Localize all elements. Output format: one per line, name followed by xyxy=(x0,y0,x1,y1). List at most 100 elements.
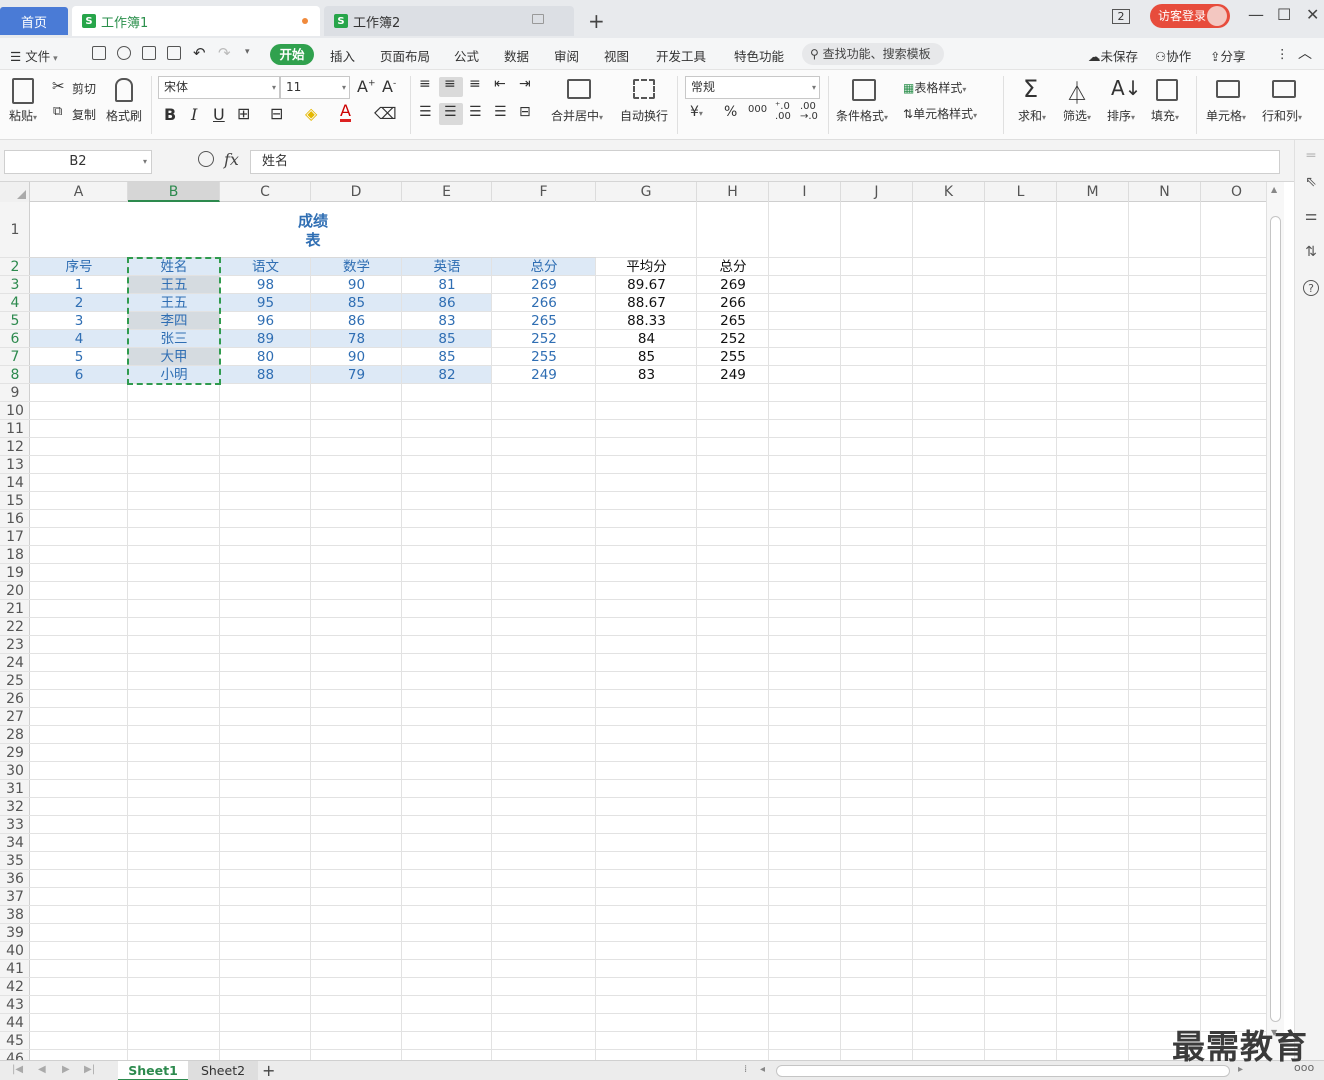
column-header-d[interactable]: D xyxy=(311,182,402,202)
row-header[interactable]: 41 xyxy=(0,960,30,978)
column-header-n[interactable]: N xyxy=(1129,182,1201,202)
share-button[interactable]: ⇪分享 xyxy=(1210,46,1246,65)
format-painter-icon[interactable] xyxy=(115,78,133,102)
column-header-k[interactable]: K xyxy=(913,182,985,202)
row-header[interactable]: 4 xyxy=(0,294,30,312)
decrease-font-icon[interactable]: A- xyxy=(382,77,396,96)
row-header[interactable]: 15 xyxy=(0,492,30,510)
data-cell[interactable]: 255 xyxy=(492,348,596,366)
data-cell[interactable]: 78 xyxy=(311,330,402,348)
export-icon[interactable] xyxy=(117,46,131,60)
scrollbar-thumb[interactable] xyxy=(1270,216,1281,1022)
data-cell[interactable]: 96 xyxy=(220,312,311,330)
menu-special[interactable]: 特色功能 xyxy=(734,46,784,65)
data-cell[interactable]: 265 xyxy=(492,312,596,330)
table-style-button[interactable]: ▦表格样式▾ xyxy=(903,79,966,96)
data-cell[interactable]: 88 xyxy=(220,366,311,384)
row-header[interactable]: 36 xyxy=(0,870,30,888)
data-cell[interactable]: 90 xyxy=(311,348,402,366)
header-cell[interactable]: 数学 xyxy=(311,258,402,276)
paste-icon[interactable] xyxy=(12,78,34,104)
column-header-i[interactable]: I xyxy=(769,182,841,202)
row-header[interactable]: 14 xyxy=(0,474,30,492)
data-cell[interactable]: 85 xyxy=(596,348,697,366)
sum-button[interactable]: 求和▾ xyxy=(1018,107,1046,124)
customize-dropdown-icon[interactable]: ▾ xyxy=(245,47,250,57)
cell-button[interactable]: 单元格▾ xyxy=(1206,107,1246,124)
copy-icon[interactable]: ⧉ xyxy=(53,104,62,119)
menu-page-layout[interactable]: 页面布局 xyxy=(380,46,430,65)
underline-button[interactable]: U xyxy=(213,105,225,124)
row-header[interactable]: 18 xyxy=(0,546,30,564)
font-color-icon[interactable]: A xyxy=(340,103,351,122)
fx-icon[interactable]: fx xyxy=(224,150,239,169)
menu-view[interactable]: 视图 xyxy=(604,46,629,65)
transfer-icon[interactable]: ⇅ xyxy=(1303,244,1319,260)
fill-button[interactable]: 填充▾ xyxy=(1151,107,1179,124)
sheet-tab-2[interactable]: Sheet2 xyxy=(188,1061,258,1080)
row-header[interactable]: 6 xyxy=(0,330,30,348)
column-header-a[interactable]: A xyxy=(30,182,128,202)
more-icon[interactable]: ⋮ xyxy=(1276,46,1289,61)
row-header[interactable]: 26 xyxy=(0,690,30,708)
column-header-g[interactable]: G xyxy=(596,182,697,202)
menu-developer[interactable]: 开发工具 xyxy=(656,46,706,65)
menu-review[interactable]: 审阅 xyxy=(554,46,579,65)
merged-title-cell[interactable]: 成绩表 xyxy=(30,202,596,258)
conditional-format-icon[interactable] xyxy=(852,79,876,101)
split-handle-icon[interactable]: ⁞ xyxy=(744,1064,747,1075)
filter-icon[interactable]: ⏃ xyxy=(1066,76,1088,108)
sort-icon[interactable]: A↓ xyxy=(1111,76,1141,100)
percent-button[interactable]: % xyxy=(724,104,737,120)
eraser-icon[interactable]: ⌫ xyxy=(374,104,397,123)
new-tab-button[interactable]: + xyxy=(588,9,605,33)
minimize-icon[interactable]: — xyxy=(1248,5,1264,24)
data-cell[interactable]: 252 xyxy=(492,330,596,348)
menu-data[interactable]: 数据 xyxy=(504,46,529,65)
row-header[interactable]: 20 xyxy=(0,582,30,600)
guest-login-button[interactable]: 访客登录 xyxy=(1150,4,1230,28)
cut-button[interactable]: 剪切 xyxy=(72,80,96,97)
data-cell[interactable]: 4 xyxy=(30,330,128,348)
data-cell[interactable]: 80 xyxy=(220,348,311,366)
column-header-b[interactable]: B xyxy=(128,182,220,202)
zoom-icon[interactable] xyxy=(198,151,214,167)
menu-start[interactable]: 开始 xyxy=(270,44,314,65)
scroll-up-icon[interactable]: ▲ xyxy=(1271,185,1277,194)
row-header[interactable]: 28 xyxy=(0,726,30,744)
prev-sheet-icon[interactable]: ◀ xyxy=(38,1064,46,1075)
data-cell[interactable]: 83 xyxy=(596,366,697,384)
row-header[interactable]: 25 xyxy=(0,672,30,690)
data-cell[interactable]: 85 xyxy=(402,348,492,366)
row-header[interactable]: 34 xyxy=(0,834,30,852)
data-cell[interactable]: 82 xyxy=(402,366,492,384)
add-sheet-button[interactable]: + xyxy=(262,1061,275,1080)
data-cell[interactable]: 89 xyxy=(220,330,311,348)
help-icon[interactable]: ? xyxy=(1303,280,1319,296)
row-header[interactable]: 35 xyxy=(0,852,30,870)
row-header[interactable]: 13 xyxy=(0,456,30,474)
header-cell[interactable]: 序号 xyxy=(30,258,128,276)
column-header-f[interactable]: F xyxy=(492,182,596,202)
row-header[interactable]: 2 xyxy=(0,258,30,276)
row-header[interactable]: 7 xyxy=(0,348,30,366)
vertical-scrollbar[interactable]: ▲ ▼ xyxy=(1266,182,1284,1060)
row-header[interactable]: 10 xyxy=(0,402,30,420)
row-header[interactable]: 46 xyxy=(0,1050,30,1060)
horizontal-scrollbar[interactable] xyxy=(776,1065,1230,1077)
row-header[interactable]: 37 xyxy=(0,888,30,906)
row-header[interactable]: 21 xyxy=(0,600,30,618)
data-cell[interactable]: 249 xyxy=(492,366,596,384)
column-header-m[interactable]: M xyxy=(1057,182,1129,202)
row-header[interactable]: 12 xyxy=(0,438,30,456)
thousands-button[interactable]: 000 xyxy=(748,104,767,115)
formula-input[interactable]: 姓名 xyxy=(250,150,1280,174)
save-icon[interactable] xyxy=(92,46,106,60)
row-header[interactable]: 22 xyxy=(0,618,30,636)
maximize-icon[interactable]: ☐ xyxy=(1277,5,1291,24)
align-bottom-icon[interactable]: ≡ xyxy=(469,76,481,92)
row-header[interactable]: 19 xyxy=(0,564,30,582)
increase-font-icon[interactable]: A+ xyxy=(357,77,376,96)
data-cell[interactable]: 88.33 xyxy=(596,312,697,330)
data-cell[interactable]: 1 xyxy=(30,276,128,294)
